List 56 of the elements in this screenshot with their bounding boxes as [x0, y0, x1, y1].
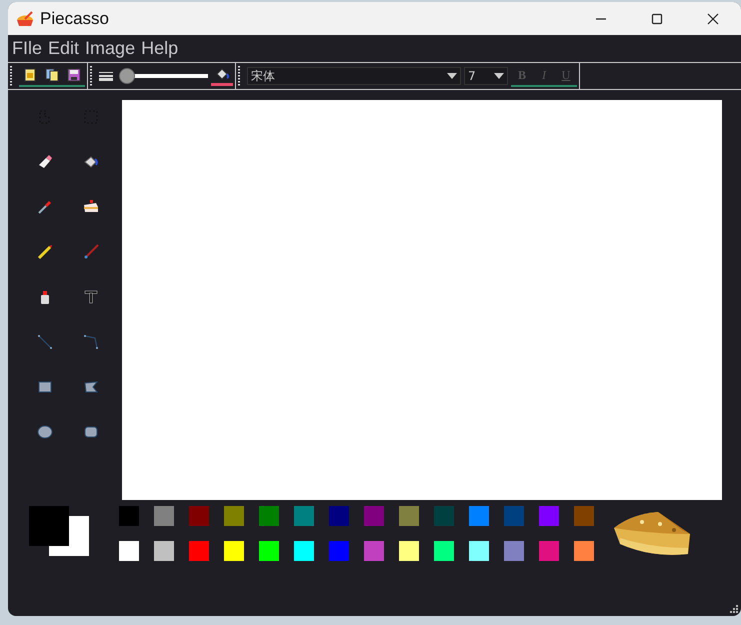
pie-slice-icon — [16, 10, 34, 26]
color-swatch[interactable] — [504, 506, 524, 526]
line-icon — [36, 332, 54, 350]
menu-item[interactable]: Help — [141, 38, 178, 59]
documents-icon — [45, 68, 59, 82]
window-title: Piecasso — [40, 8, 109, 28]
color-swatch[interactable] — [399, 541, 419, 561]
line-width-icon — [99, 71, 113, 81]
color-swatch[interactable] — [329, 506, 349, 526]
close-icon — [707, 12, 719, 24]
slider-thumb[interactable] — [119, 68, 136, 84]
color-swatch[interactable] — [119, 541, 139, 561]
color-swatch[interactable] — [364, 541, 384, 561]
color-swatch[interactable] — [224, 541, 244, 561]
pencil-icon — [36, 242, 54, 260]
primary-color-swatch[interactable] — [29, 506, 69, 546]
color-swatch[interactable] — [154, 541, 174, 561]
color-swatch[interactable] — [434, 541, 454, 561]
color-swatch[interactable] — [329, 541, 349, 561]
text-tool-icon — [82, 288, 100, 306]
color-swatch[interactable] — [364, 506, 384, 526]
font-dropdown[interactable]: 宋体 — [247, 67, 461, 85]
menu-item[interactable]: Edit — [48, 38, 80, 59]
font-size-dropdown[interactable]: 7 — [464, 67, 508, 85]
fill-color-button[interactable] — [211, 66, 233, 86]
color-swatch[interactable] — [469, 541, 489, 561]
color-swatch[interactable] — [294, 541, 314, 561]
resize-grip-icon[interactable] — [730, 605, 738, 613]
color-swatch[interactable] — [259, 506, 279, 526]
color-swatch[interactable] — [154, 506, 174, 526]
caret-icon — [447, 73, 457, 79]
color-swatch[interactable] — [539, 541, 559, 561]
color-swatch[interactable] — [434, 506, 454, 526]
menu-item[interactable]: FIle — [12, 38, 42, 59]
menu-item[interactable]: Image — [85, 38, 136, 59]
drawing-canvas[interactable] — [122, 100, 722, 500]
color-swatch[interactable] — [259, 541, 279, 561]
color-swatch[interactable] — [574, 541, 594, 561]
secondary-color-swatch[interactable] — [49, 516, 89, 556]
caret-icon — [494, 73, 504, 79]
color-swatch[interactable] — [504, 541, 524, 561]
paintbrush-icon — [82, 242, 100, 260]
color-swatch[interactable] — [399, 506, 419, 526]
polyline-icon — [82, 332, 100, 350]
color-swatch[interactable] — [119, 506, 139, 526]
ellipse-icon — [36, 422, 54, 440]
color-swatch[interactable] — [294, 506, 314, 526]
document-icon — [23, 68, 37, 82]
color-swatch[interactable] — [189, 506, 209, 526]
color-swatch[interactable] — [224, 506, 244, 526]
color-swatch[interactable] — [189, 541, 209, 561]
color-swatch[interactable] — [539, 506, 559, 526]
paint-bucket-icon — [214, 68, 230, 82]
maximize-icon — [651, 12, 663, 24]
color-swatch[interactable] — [574, 506, 594, 526]
color-swatch[interactable] — [469, 506, 489, 526]
